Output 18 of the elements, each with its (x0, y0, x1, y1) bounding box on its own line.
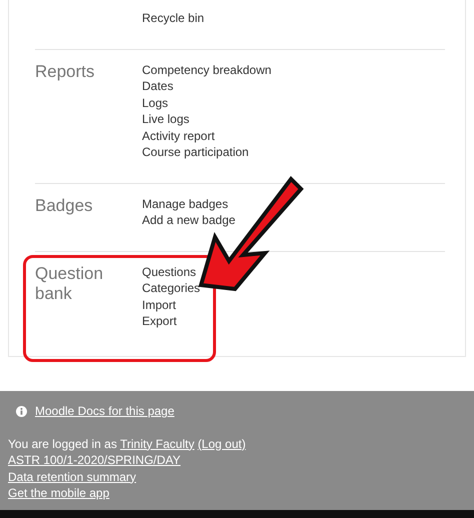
section-link[interactable]: Live logs (142, 111, 190, 128)
section-link[interactable]: Export (142, 313, 177, 330)
section-link[interactable]: Logs (142, 94, 168, 111)
section-title: Badges (35, 196, 93, 214)
section-link[interactable]: Competency breakdown (142, 62, 272, 78)
section-link[interactable]: Import (142, 296, 176, 313)
section-link[interactable]: Questions (142, 264, 196, 280)
login-info-text: You are logged in as (8, 436, 117, 450)
section-link[interactable]: Manage badges (142, 196, 228, 212)
section-title: Question bank (35, 264, 104, 302)
section-link[interactable]: Dates (142, 78, 174, 94)
section-link[interactable]: Course participation (142, 144, 249, 160)
section-link[interactable]: Activity report (142, 128, 215, 144)
section-link[interactable]: Recycle bin (142, 10, 204, 26)
section-link[interactable]: Add a new badge (142, 212, 236, 228)
section-link[interactable]: Categories (142, 280, 200, 296)
info-icon (16, 406, 27, 417)
section-title: Reports (35, 62, 95, 80)
